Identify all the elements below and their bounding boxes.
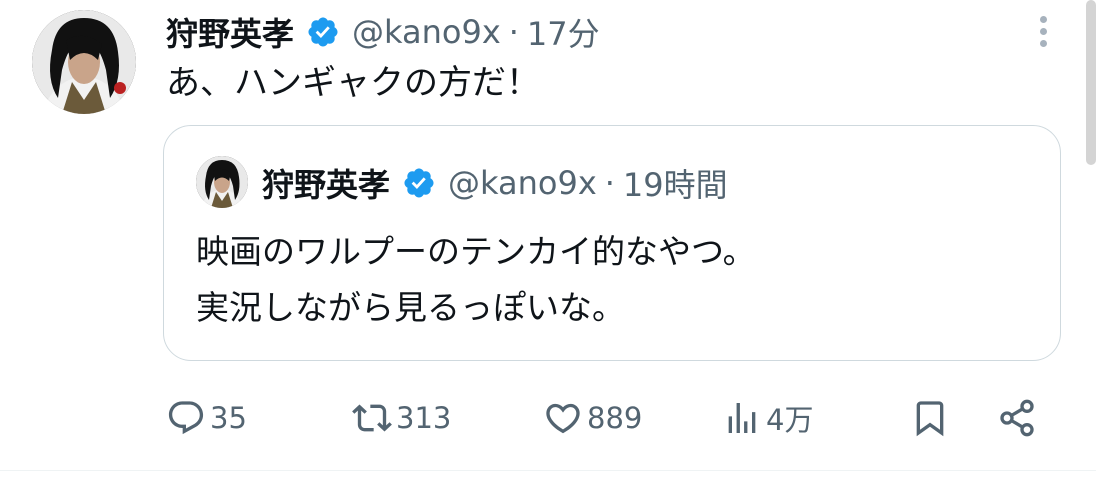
tweet[interactable]: 狩野英孝 @kano9x · 17分 あ、ハンギャクの方だ！ 狩野英孝 @kan… [0,0,1096,479]
more-icon[interactable] [1030,16,1056,50]
author-handle[interactable]: @kano9x [352,13,501,51]
quoted-text-line: 実況しながら見るっぽいな。 [196,288,625,327]
bookmark-button[interactable] [910,388,950,448]
author-avatar[interactable] [32,10,136,114]
reply-count: 35 [210,401,247,435]
quoted-tweet[interactable]: 狩野英孝 @kano9x · 19時間 映画のワルプーのテンカイ的なやつ。 実況… [163,125,1061,361]
tweet-header: 狩野英孝 @kano9x · 17分 [166,4,600,60]
views-button[interactable]: 4万 [722,388,813,448]
tweet-text: あ、ハンギャクの方だ！ [166,63,540,103]
share-button[interactable] [997,388,1037,448]
quoted-timestamp[interactable]: 19時間 [623,160,728,206]
quoted-tweet-header: 狩野英孝 @kano9x · 19時間 [262,158,728,208]
retweet-button[interactable]: 313 [352,388,451,448]
share-icon [1000,399,1034,437]
quoted-author-handle[interactable]: @kano9x [448,164,597,202]
avatar-image [196,156,248,208]
action-bar: 35 313 889 4万 [0,388,1096,448]
reply-button[interactable]: 35 [166,388,247,448]
author-name[interactable]: 狩野英孝 [166,9,294,55]
quoted-author-name[interactable]: 狩野英孝 [262,160,390,206]
verified-badge-icon [306,15,340,49]
tweet-divider [0,470,1096,471]
reply-icon [168,401,204,435]
like-icon [546,403,580,434]
retweet-icon [352,404,392,432]
avatar-image [32,10,136,114]
timestamp[interactable]: 17分 [527,9,600,55]
like-button[interactable]: 889 [543,388,642,448]
separator-dot: · [508,13,519,51]
scrollbar[interactable] [1086,0,1096,165]
quoted-text-line: 映画のワルプーのテンカイ的なやつ。 [196,232,756,271]
retweet-count: 313 [396,401,452,435]
bookmark-icon [916,401,944,437]
quoted-tweet-text: 映画のワルプーのテンカイ的なやつ。 実況しながら見るっぽいな。 [196,224,756,336]
separator-dot: · [604,164,615,202]
view-count: 4万 [766,403,814,437]
views-icon [728,403,756,433]
like-count: 889 [587,401,643,435]
quoted-author-avatar[interactable] [196,156,248,208]
verified-badge-icon [402,166,436,200]
